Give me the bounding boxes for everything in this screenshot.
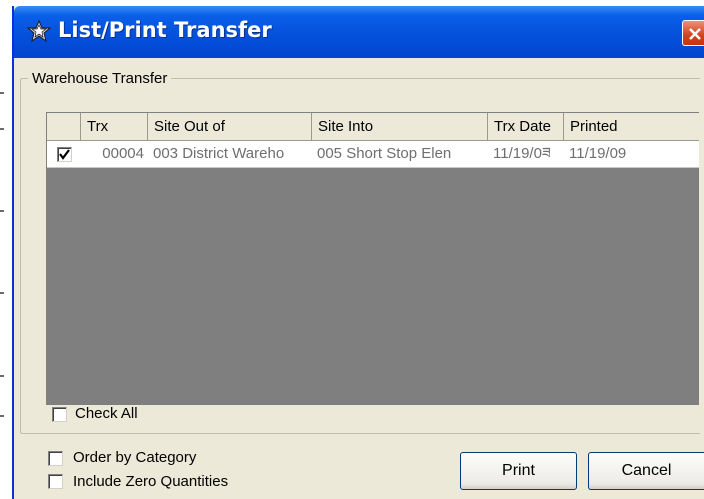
- column-header-site-into[interactable]: Site Into: [312, 113, 488, 140]
- row-checkbox[interactable]: [57, 147, 72, 162]
- cell-site-out: 003 District Wareho: [153, 145, 285, 162]
- column-header-site-out[interactable]: Site Out of: [148, 113, 312, 140]
- order-by-category-label[interactable]: Order by Category: [73, 449, 196, 466]
- order-by-category-checkbox[interactable]: [48, 451, 63, 466]
- background-tick: [0, 292, 4, 294]
- column-header-select[interactable]: [47, 113, 81, 140]
- group-label: Warehouse Transfer: [28, 70, 172, 87]
- background-tick: [0, 415, 4, 417]
- check-all-checkbox[interactable]: [52, 407, 67, 422]
- checkmark-icon: [59, 149, 70, 160]
- column-header-trx[interactable]: Trx: [81, 113, 148, 140]
- transfer-grid[interactable]: Trx Site Out of Site Into Trx Date Print…: [46, 112, 699, 405]
- star-icon: [26, 19, 52, 43]
- cell-site-into: 005 Short Stop Elen: [317, 145, 452, 162]
- close-icon: [689, 28, 701, 40]
- include-zero-quantities-label[interactable]: Include Zero Quantities: [73, 473, 228, 490]
- cell-trx-date: 11/19/0ཟ: [493, 145, 551, 162]
- background-tick: [0, 92, 4, 94]
- column-header-trx-date[interactable]: Trx Date: [488, 113, 564, 140]
- print-button[interactable]: Print: [460, 452, 577, 490]
- background-tick: [0, 128, 4, 130]
- check-all-label[interactable]: Check All: [75, 405, 138, 422]
- background-tick: [0, 210, 4, 212]
- title-bar[interactable]: List/Print Transfer: [14, 6, 704, 58]
- cancel-button[interactable]: Cancel: [588, 452, 704, 490]
- background-strip: [0, 0, 12, 499]
- grid-header: Trx Site Out of Site Into Trx Date Print…: [47, 113, 699, 141]
- close-button[interactable]: [682, 20, 704, 46]
- include-zero-quantities-checkbox[interactable]: [48, 474, 63, 489]
- column-header-printed[interactable]: Printed: [564, 113, 699, 140]
- background-tick: [0, 375, 4, 377]
- window-title: List/Print Transfer: [58, 18, 272, 42]
- table-row[interactable]: 00004 003 District Wareho 005 Short Stop…: [47, 141, 699, 168]
- cell-printed: 11/19/09: [569, 145, 627, 162]
- cell-trx: 00004: [102, 145, 144, 162]
